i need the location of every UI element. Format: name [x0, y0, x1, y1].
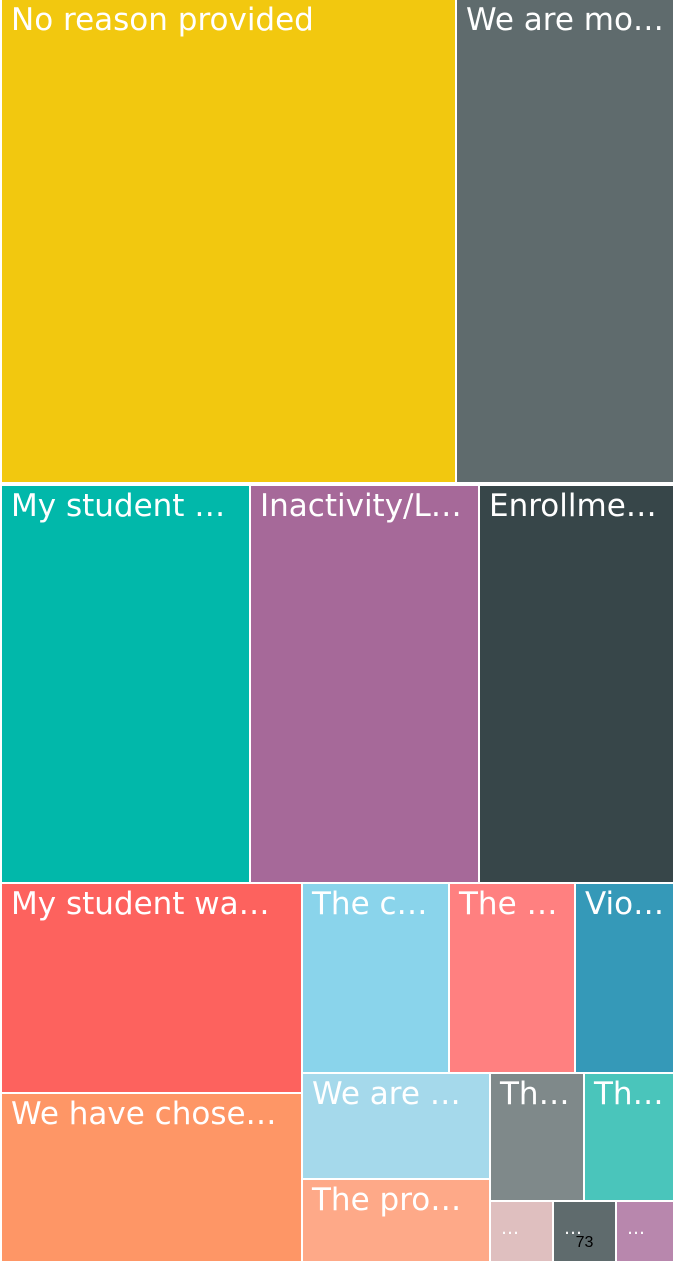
treemap-tile[interactable]: Th…	[491, 1074, 583, 1200]
tile-label: …	[627, 1218, 645, 1239]
treemap-tile[interactable]: We are …	[303, 1074, 489, 1178]
treemap-tile[interactable]: The …	[450, 884, 574, 1072]
tile-label: My student …	[11, 488, 226, 524]
treemap-tile[interactable]: The c…	[303, 884, 448, 1072]
treemap-tile[interactable]: We have chose…	[2, 1094, 301, 1261]
tile-label: We are …	[312, 1076, 461, 1112]
treemap-tile[interactable]: We are mo…	[457, 0, 673, 482]
treemap-tile[interactable]: …	[491, 1202, 552, 1261]
treemap-tile[interactable]: My student …	[2, 486, 249, 882]
tile-label: The c…	[312, 886, 428, 922]
treemap-tile[interactable]: Vio…	[576, 884, 673, 1072]
tile-label: Enrollme…	[489, 488, 657, 524]
tile-label: The pro…	[312, 1182, 462, 1218]
tile-value-label: 73	[575, 1234, 594, 1251]
treemap-tile[interactable]: Th…	[585, 1074, 673, 1200]
treemap-tile[interactable]: Inactivity/L…	[251, 486, 478, 882]
tile-label: Th…	[594, 1076, 664, 1112]
tile-label: Vio…	[585, 886, 665, 922]
treemap-tile[interactable]: …	[617, 1202, 673, 1261]
tile-label: We are mo…	[466, 2, 664, 38]
tile-label: My student wa…	[11, 886, 270, 922]
treemap-tile[interactable]: … 73	[554, 1202, 615, 1261]
tile-label: The …	[459, 886, 558, 922]
treemap-tile[interactable]: Enrollme…	[480, 486, 673, 882]
tile-label: Th…	[500, 1076, 570, 1112]
tile-label: We have chose…	[11, 1096, 277, 1132]
treemap-tile[interactable]: No reason provided	[2, 0, 455, 482]
treemap-tile[interactable]: My student wa…	[2, 884, 301, 1092]
tile-label: …	[501, 1218, 519, 1239]
tile-label: Inactivity/L…	[260, 488, 462, 524]
tile-label: No reason provided	[11, 2, 314, 38]
treemap-tile[interactable]: The pro…	[303, 1180, 489, 1261]
treemap-chart: No reason provided We are mo… My student ……	[0, 0, 673, 1261]
